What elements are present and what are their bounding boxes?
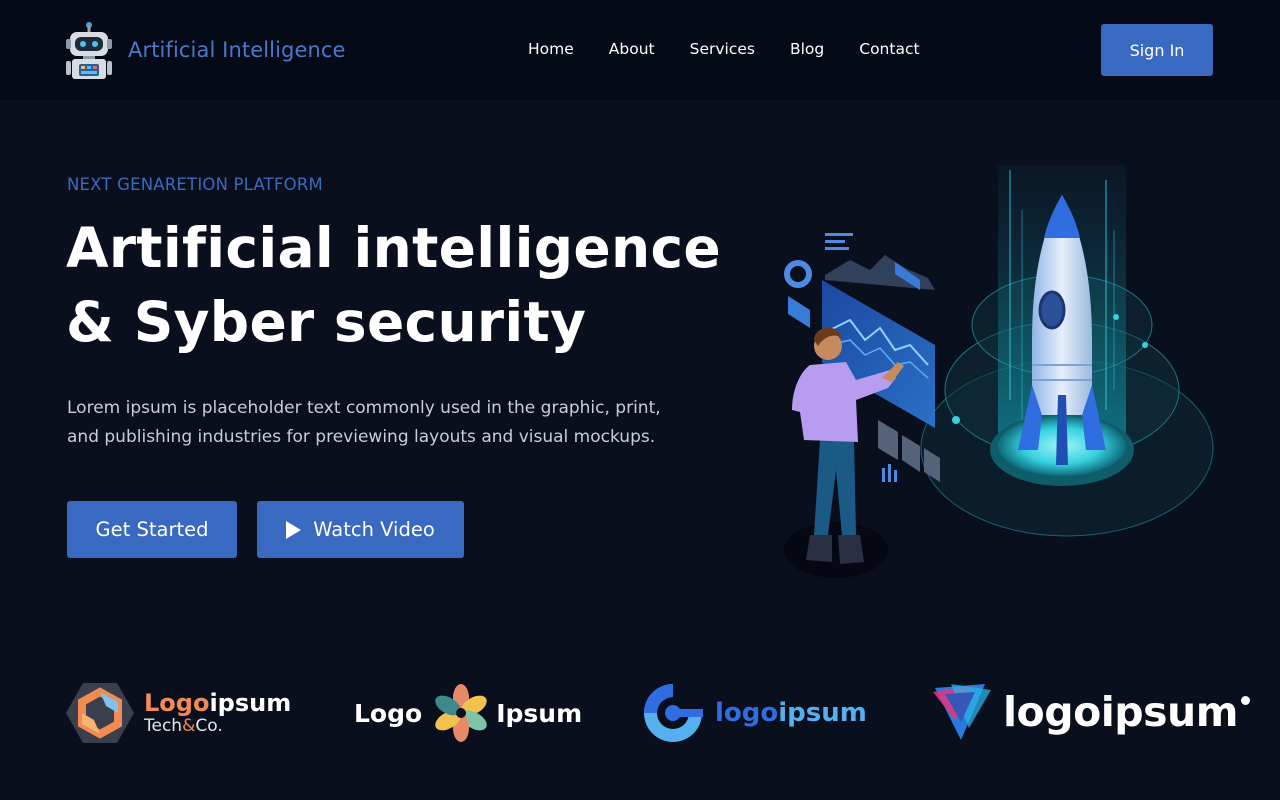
partner-logo-2: Logo Ipsum <box>354 682 582 744</box>
logo1-word2: ipsum <box>209 689 292 717</box>
headline-line-1: Artificial intelligence <box>66 216 721 280</box>
partner-logos: Logoipsum Tech&Co. Logo Ipsum logoipsum <box>0 672 1280 762</box>
logo1-word1: Logo <box>144 689 210 717</box>
logo1-amp: & <box>182 716 196 736</box>
logo2-word2: Ipsum <box>496 698 583 728</box>
brand[interactable]: Artificial Intelligence <box>66 21 346 79</box>
play-icon <box>286 520 302 539</box>
nav-services[interactable]: Services <box>690 39 755 59</box>
logo1-sub2: Co. <box>195 716 223 736</box>
description-line-2: and publishing industries for previewing… <box>67 427 656 447</box>
logo1-sub1: Tech <box>144 716 183 736</box>
get-started-button[interactable]: Get Started <box>67 501 237 558</box>
logo4-dot-icon <box>1240 695 1250 705</box>
hero-eyebrow: NEXT GENARETION PLATFORM <box>67 175 323 194</box>
hero-headline: Artificial intelligence & Syber security <box>66 211 721 359</box>
logo3-word2: ipsum <box>778 698 867 728</box>
logo4-word: logoipsum <box>1003 688 1238 736</box>
partner-logo-1-text: Logoipsum Tech&Co. <box>144 690 291 736</box>
nav-home[interactable]: Home <box>528 39 574 59</box>
brand-title: Artificial Intelligence <box>128 38 346 62</box>
ring-logo-icon <box>644 684 703 742</box>
hexagon-logo-icon <box>66 683 134 743</box>
headline-line-2: & Syber security <box>66 290 587 354</box>
robot-icon <box>66 22 112 79</box>
nav-about[interactable]: About <box>609 39 655 59</box>
partner-logo-4: logoipsum <box>931 680 1250 744</box>
hero-description: Lorem ipsum is placeholder text commonly… <box>67 394 687 452</box>
sign-in-button[interactable]: Sign In <box>1101 24 1213 76</box>
logo3-word1: logo <box>715 698 779 728</box>
main-nav: Home About Services Blog Contact <box>528 39 920 59</box>
description-line-1: Lorem ipsum is placeholder text commonly… <box>67 398 661 418</box>
partner-logo-1: Logoipsum Tech&Co. <box>66 682 291 744</box>
flower-logo-icon <box>435 684 487 742</box>
nav-contact[interactable]: Contact <box>859 39 919 59</box>
watch-video-label: Watch Video <box>313 518 435 541</box>
logo2-word1: Logo <box>354 698 423 728</box>
watch-video-button[interactable]: Watch Video <box>257 501 464 558</box>
partner-logo-3: logoipsum <box>643 682 867 744</box>
triangle-logo-icon <box>933 684 991 740</box>
rocket-dashboard-illustration <box>784 165 1214 578</box>
nav-blog[interactable]: Blog <box>790 39 824 59</box>
navbar: Artificial Intelligence Home About Servi… <box>0 0 1280 100</box>
